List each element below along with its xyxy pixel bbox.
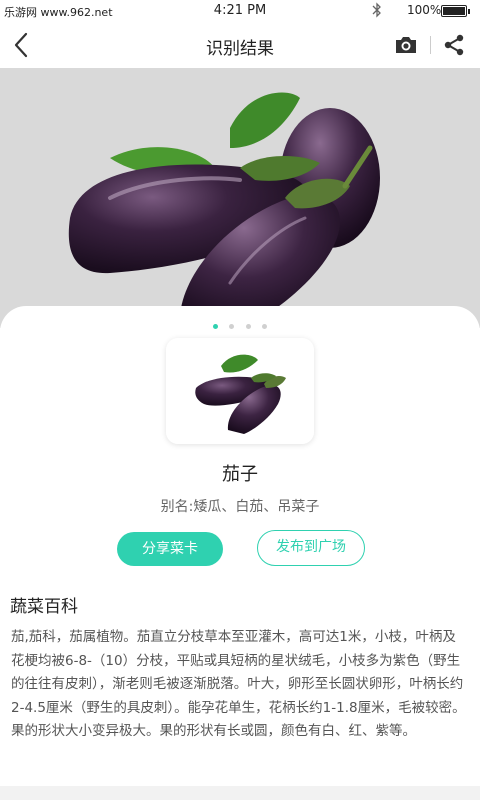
carousel-dot — [229, 324, 235, 329]
carousel-indicator — [0, 314, 480, 329]
vegetable-name: 茄子 — [222, 464, 258, 485]
share-icon — [444, 34, 464, 56]
battery-percent: 100% — [407, 3, 442, 17]
camera-icon — [396, 37, 416, 53]
vegetable-alias: 别名:矮瓜、白茄、吊菜子 — [0, 496, 480, 516]
publish-to-square-button[interactable]: 发布到广场 — [257, 530, 365, 566]
section-title-encyclopedia: 蔬菜百科 — [10, 597, 78, 617]
carousel-dot-active — [213, 324, 219, 329]
carousel-dot — [245, 324, 251, 329]
bottom-strip — [0, 786, 480, 800]
alias-value: 矮瓜、白茄、吊菜子 — [193, 499, 320, 515]
alias-label: 别名: — [160, 499, 194, 515]
nav-bar: 识别结果 — [0, 22, 480, 68]
share-card-button[interactable]: 分享菜卡 — [117, 532, 223, 566]
battery-icon — [441, 5, 470, 17]
share-button[interactable] — [442, 33, 466, 57]
carousel-dot — [261, 324, 267, 329]
camera-button[interactable] — [394, 34, 418, 56]
encyclopedia-text: 茄,茄科，茄属植物。茄直立分枝草本至亚灌木，高可达1米，小枝，叶柄及花梗均被6-… — [11, 629, 466, 739]
status-bar: 乐游网 www.962.net 4:21 PM 100% — [0, 0, 480, 22]
eggplant-photo — [0, 68, 480, 328]
result-card: 茄子 别名:矮瓜、白茄、吊菜子 分享菜卡 发布到广场 蔬菜百科 茄,茄科，茄属植… — [0, 306, 480, 800]
vegetable-thumbnail — [166, 338, 314, 444]
bluetooth-icon — [372, 2, 382, 22]
hero-image-carousel[interactable] — [0, 68, 480, 328]
nav-divider — [430, 36, 431, 54]
